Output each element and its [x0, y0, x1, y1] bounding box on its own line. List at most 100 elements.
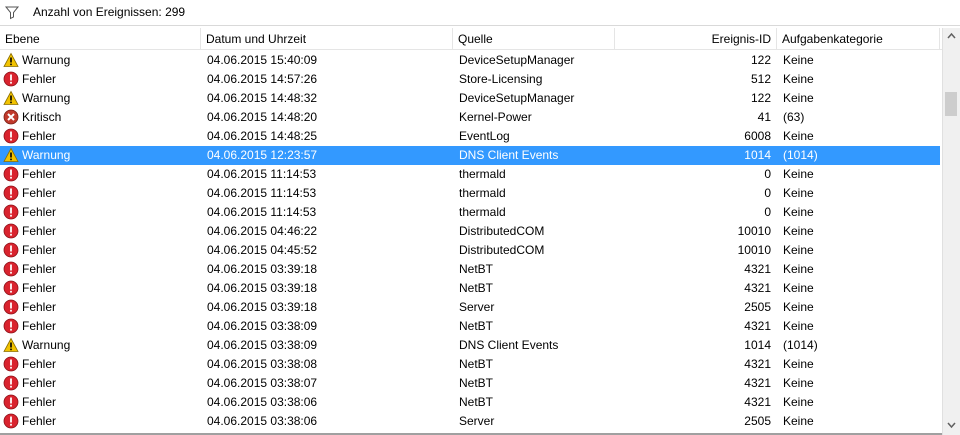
cell-datetime: 04.06.2015 03:39:18 [207, 262, 318, 276]
critical-icon [3, 109, 19, 125]
cell-category: Keine [783, 281, 814, 295]
cell-datetime: 04.06.2015 03:38:06 [207, 414, 318, 428]
error-icon [3, 356, 19, 372]
cell-source: DistributedCOM [459, 224, 545, 238]
cell-source: NetBT [459, 376, 494, 390]
error-icon [3, 299, 19, 315]
cell-category: Keine [783, 300, 814, 314]
table-row[interactable]: Fehler 04.06.2015 11:14:53 thermald 0 Keine [0, 165, 940, 184]
cell-datetime: 04.06.2015 04:46:22 [207, 224, 318, 238]
cell-event-id: 10010 [737, 243, 771, 257]
cell-level: Fehler [3, 393, 199, 412]
cell-datetime: 04.06.2015 03:39:18 [207, 300, 318, 314]
column-header-datetime[interactable]: Datum und Uhrzeit [201, 28, 453, 50]
cell-datetime: 04.06.2015 11:14:53 [207, 186, 317, 200]
column-header-category[interactable]: Aufgabenkategorie [777, 28, 940, 50]
vertical-scrollbar[interactable] [942, 28, 960, 435]
error-icon [3, 71, 19, 87]
cell-level: Fehler [3, 374, 199, 393]
cell-category: Keine [783, 72, 814, 86]
cell-level: Fehler [3, 165, 199, 184]
level-text: Fehler [22, 376, 57, 390]
cell-datetime: 04.06.2015 14:48:20 [207, 110, 318, 124]
error-icon [3, 223, 19, 239]
cell-category: (1014) [783, 148, 818, 162]
level-text: Warnung [22, 338, 71, 352]
level-text: Fehler [22, 224, 57, 238]
cell-source: EventLog [459, 129, 510, 143]
level-text: Fehler [22, 395, 57, 409]
cell-level: Warnung [3, 336, 199, 355]
cell-level: Fehler [3, 279, 199, 298]
cell-source: NetBT [459, 395, 494, 409]
cell-source: DeviceSetupManager [459, 91, 575, 105]
cell-event-id: 4321 [744, 395, 771, 409]
table-row[interactable]: Fehler 04.06.2015 03:38:07 NetBT 4321 Keine [0, 374, 940, 393]
cell-event-id: 122 [750, 91, 771, 105]
level-text: Warnung [22, 91, 71, 105]
cell-source: DistributedCOM [459, 243, 545, 257]
cell-category: Keine [783, 243, 814, 257]
cell-level: Fehler [3, 184, 199, 203]
cell-source: NetBT [459, 262, 494, 276]
table-row[interactable]: Fehler 04.06.2015 03:39:18 NetBT 4321 Keine [0, 260, 940, 279]
table-row[interactable]: Kritisch 04.06.2015 14:48:20 Kernel-Power 4… [0, 108, 940, 127]
cell-source: NetBT [459, 281, 494, 295]
cell-datetime: 04.06.2015 04:45:52 [207, 243, 318, 257]
cell-datetime: 04.06.2015 14:48:32 [207, 91, 318, 105]
cell-source: DNS Client Events [459, 148, 559, 162]
error-icon [3, 242, 19, 258]
cell-level: Fehler [3, 222, 199, 241]
cell-event-id: 4321 [744, 319, 771, 333]
cell-level: Warnung [3, 51, 199, 70]
cell-datetime: 04.06.2015 11:14:53 [207, 167, 317, 181]
table-row[interactable]: Fehler 04.06.2015 14:48:25 EventLog 6008 Kei… [0, 127, 940, 146]
event-count-label: Anzahl von Ereignissen: 299 [33, 5, 186, 19]
column-header-level[interactable]: Ebene [0, 28, 201, 50]
level-text: Fehler [22, 357, 57, 371]
table-row[interactable]: Fehler 04.06.2015 03:38:06 NetBT 4321 Keine [0, 393, 940, 412]
cell-level: Fehler [3, 203, 199, 222]
column-header-event-id[interactable]: Ereignis-ID [615, 28, 777, 50]
level-text: Fehler [22, 414, 57, 428]
table-row[interactable]: Fehler 04.06.2015 04:45:52 DistributedCOM 1… [0, 241, 940, 260]
error-icon [3, 204, 19, 220]
table-row[interactable]: Fehler 04.06.2015 11:14:53 thermald 0 Keine [0, 184, 940, 203]
scroll-thumb[interactable] [945, 92, 957, 116]
table-row[interactable]: Warnung 04.06.2015 12:23:57 DNS Client Eve… [0, 146, 940, 165]
cell-category: Keine [783, 414, 814, 428]
cell-category: (63) [783, 110, 805, 124]
table-row[interactable]: Fehler 04.06.2015 14:57:26 Store-Licensing… [0, 70, 940, 89]
level-text: Fehler [22, 129, 57, 143]
filter-icon[interactable] [4, 4, 20, 20]
table-row[interactable]: Fehler 04.06.2015 11:14:53 thermald 0 Keine [0, 203, 940, 222]
cell-level: Fehler [3, 317, 199, 336]
error-icon [3, 318, 19, 334]
cell-level: Fehler [3, 127, 199, 146]
cell-category: Keine [783, 319, 814, 333]
cell-source: Store-Licensing [459, 72, 543, 86]
cell-event-id: 0 [764, 167, 771, 181]
cell-category: Keine [783, 167, 814, 181]
event-list: Warnung 04.06.2015 15:40:09 DeviceSetupMan… [0, 51, 942, 435]
cell-datetime: 04.06.2015 03:38:09 [207, 338, 318, 352]
cell-level: Fehler [3, 241, 199, 260]
table-row[interactable]: Warnung 04.06.2015 14:48:32 DeviceSetupMan… [0, 89, 940, 108]
table-row[interactable]: Fehler 04.06.2015 03:38:08 NetBT 4321 Keine [0, 355, 940, 374]
table-row[interactable]: Warnung 04.06.2015 03:38:09 DNS Client Eve… [0, 336, 940, 355]
column-header-source[interactable]: Quelle [453, 28, 615, 50]
table-row[interactable]: Fehler 04.06.2015 03:39:18 NetBT 4321 Keine [0, 279, 940, 298]
table-row[interactable]: Fehler 04.06.2015 03:39:18 Server 2505 Keine [0, 298, 940, 317]
cell-source: NetBT [459, 357, 494, 371]
table-row[interactable]: Warnung 04.06.2015 15:40:09 DeviceSetupMan… [0, 51, 940, 70]
cell-level: Kritisch [3, 108, 199, 127]
table-row[interactable]: Fehler 04.06.2015 04:46:22 DistributedCOM 1… [0, 222, 940, 241]
cell-source: thermald [459, 186, 506, 200]
scroll-down-arrow-icon[interactable] [943, 416, 960, 433]
scroll-up-arrow-icon[interactable] [943, 28, 960, 45]
table-row[interactable]: Fehler 04.06.2015 03:38:09 NetBT 4321 Keine [0, 317, 940, 336]
table-row[interactable]: Fehler 04.06.2015 03:38:06 Server 2505 Keine [0, 412, 940, 431]
cell-event-id: 4321 [744, 357, 771, 371]
cell-event-id: 2505 [744, 414, 771, 428]
level-text: Fehler [22, 167, 57, 181]
